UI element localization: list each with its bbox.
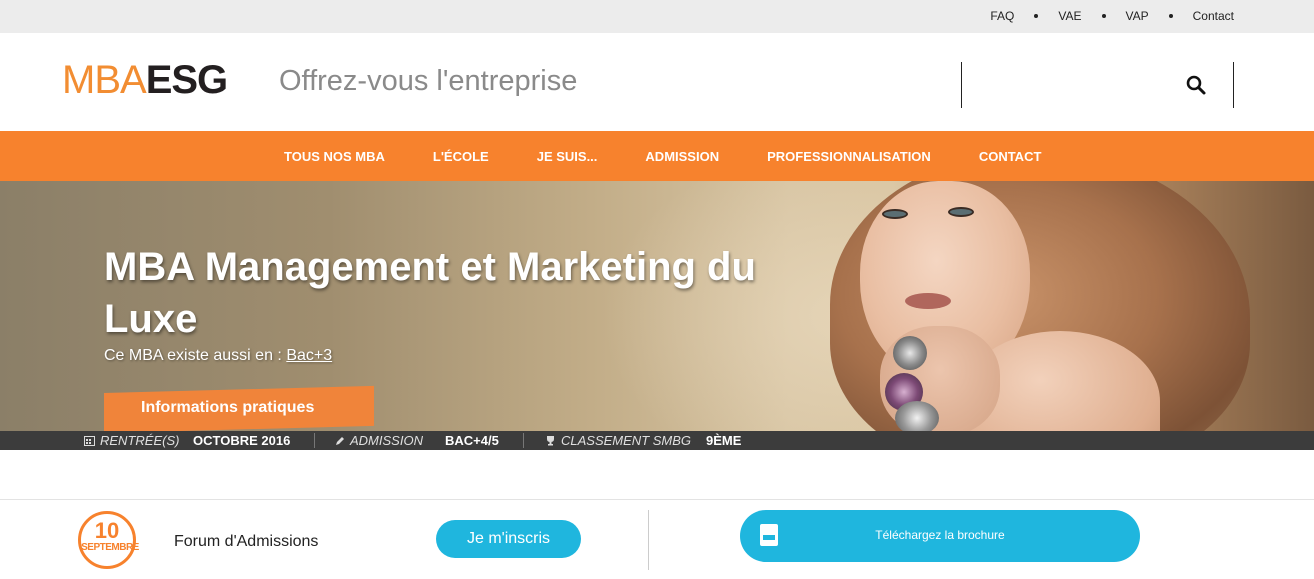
link-vap[interactable]: VAP: [1126, 9, 1149, 23]
info-pratiques-tab[interactable]: Informations pratiques: [104, 385, 374, 431]
event-date-badge: 10 SEPTEMBRE: [78, 511, 139, 569]
logo-esg: ESG: [145, 58, 228, 102]
logo-mba: MBA: [62, 58, 147, 102]
link-vae[interactable]: VAE: [1058, 9, 1081, 23]
hero-photo-eye: [882, 209, 908, 219]
nav-item-professionnalisation[interactable]: PROFESSIONNALISATION: [767, 149, 931, 164]
register-button[interactable]: Je m'inscris: [436, 520, 581, 558]
event-month: SEPTEMBRE: [81, 542, 139, 553]
nav-item-contact[interactable]: CONTACT: [979, 149, 1042, 164]
site-logo[interactable]: MBAESG: [62, 58, 228, 102]
alternate-program-text: Ce MBA existe aussi en : Bac+3: [104, 347, 332, 365]
event-title: Forum d'Admissions: [174, 533, 319, 550]
calendar-icon: [84, 436, 95, 446]
bullet-separator: [1034, 14, 1039, 18]
nav-item-admission[interactable]: ADMISSION: [645, 149, 719, 164]
stat-rentree: RENTRÉE(S): [84, 433, 179, 448]
download-brochure-label: Téléchargez la brochure: [875, 528, 1005, 542]
pencil-icon: [336, 437, 344, 445]
nav-item-je-suis[interactable]: JE SUIS...: [537, 149, 598, 164]
bullet-separator: [1101, 14, 1106, 18]
search-icon[interactable]: [1185, 74, 1207, 96]
info-pratiques-label: Informations pratiques: [141, 398, 315, 416]
stat-admission-value: BAC+4/5: [445, 433, 499, 448]
cta-divider: [648, 510, 649, 570]
stat-rentree-label: RENTRÉE(S): [100, 433, 180, 448]
hero-photo-ring: [893, 336, 927, 370]
site-header: MBAESG Offrez-vous l'entreprise: [0, 33, 1314, 131]
hero-photo-eye: [948, 207, 974, 217]
nav-item-ecole[interactable]: L'ÉCOLE: [433, 149, 489, 164]
nav-item-tous-nos-mba[interactable]: TOUS NOS MBA: [284, 149, 385, 164]
stat-classement-value: 9ÈME: [706, 433, 742, 448]
page-title: MBA Management et Marketing du Luxe: [104, 245, 756, 341]
bullet-separator: [1168, 14, 1173, 18]
trophy-icon: [547, 436, 554, 446]
stat-rentree-value: OCTOBRE 2016: [193, 433, 291, 448]
event-day: 10: [94, 518, 120, 543]
hero-photo-ring: [895, 401, 939, 431]
top-utility-bar: FAQ VAE VAP Contact: [0, 0, 1314, 33]
alternate-prefix: Ce MBA existe aussi en :: [104, 347, 282, 364]
hero-banner: MBA Management et Marketing du Luxe Ce M…: [0, 181, 1314, 431]
program-stats-bar: RENTRÉE(S) OCTOBRE 2016 ADMISSION BAC+4/…: [0, 431, 1314, 450]
link-faq[interactable]: FAQ: [990, 9, 1014, 23]
stat-admission: ADMISSION: [335, 433, 423, 448]
search-box: [961, 62, 1234, 108]
stat-admission-label: ADMISSION: [350, 433, 423, 448]
main-nav: TOUS NOS MBA L'ÉCOLE JE SUIS... ADMISSIO…: [0, 131, 1314, 181]
link-contact[interactable]: Contact: [1193, 9, 1234, 23]
download-brochure-button[interactable]: Téléchargez la brochure: [740, 510, 1140, 562]
stat-classement: CLASSEMENT SMBG: [545, 433, 691, 448]
stat-divider: [523, 433, 524, 448]
section-divider: [0, 499, 1314, 500]
alternate-program-link[interactable]: Bac+3: [286, 347, 332, 364]
stat-divider: [314, 433, 315, 448]
hero-photo-lips: [905, 293, 951, 309]
search-input[interactable]: [970, 70, 1170, 100]
stat-classement-label: CLASSEMENT SMBG: [561, 433, 692, 448]
site-tagline: Offrez-vous l'entreprise: [279, 65, 578, 97]
utility-links: FAQ VAE VAP Contact: [990, 9, 1234, 23]
